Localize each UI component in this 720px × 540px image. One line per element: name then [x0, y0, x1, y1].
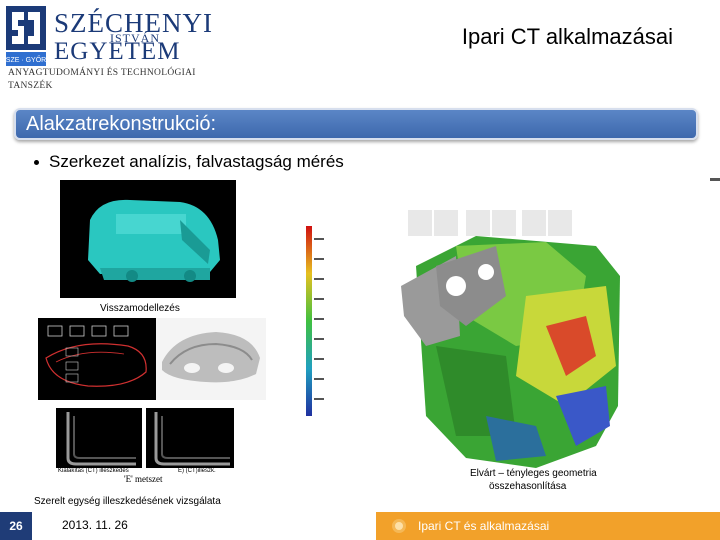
reverse-engineering-3d-part-image [156, 318, 266, 400]
university-logo: SZE · GYŐR SZÉCHENYI ISTVÁN EGYETEM ANYA… [6, 6, 216, 92]
section-right-tag: E) (CT)illeszk. [178, 468, 216, 474]
svg-text:SZE · GYŐR: SZE · GYŐR [6, 55, 46, 64]
bullet-text: Szerkezet analízis, falvastagság mérés [49, 152, 344, 171]
comparison-caption-line2: összehasonlítása [489, 481, 567, 492]
university-crest-icon: SZE · GYŐR [6, 6, 46, 66]
reverse-engineering-cad-image [38, 318, 156, 400]
wall-thickness-render-image [396, 206, 636, 492]
train-ct-model-image [60, 180, 236, 298]
footer-subject: Ipari CT és alkalmazásai [418, 519, 550, 533]
bullet-dot-icon [34, 160, 39, 166]
bullet-item: Szerkezet analízis, falvastagság mérés [34, 152, 344, 172]
assembly-section-right-image [146, 408, 234, 468]
edge-marker [710, 178, 720, 181]
footer-date: 2013. 11. 26 [62, 518, 128, 532]
section-header-bar: Alakzatrekonstrukció: [14, 108, 698, 140]
reverse-engineering-caption: Visszamodellezés [100, 303, 180, 314]
page-number: 26 [0, 512, 32, 540]
footer-bar: Ipari CT és alkalmazásai [376, 512, 720, 540]
comparison-caption-line1: Elvárt – tényleges geometria [470, 468, 597, 479]
assembly-fit-caption: Szerelt egység illeszkedésének vizsgálat… [34, 496, 221, 507]
section-label: 'E' metszet [124, 474, 163, 484]
section-left-tag: Kialakítás (CT) illeszkedés [58, 468, 129, 474]
logo-department-line1: ANYAGTUDOMÁNYI ÉS TECHNOLÓGIAI [8, 68, 196, 78]
sun-icon [392, 519, 406, 533]
logo-name-line3: EGYETEM [54, 38, 181, 65]
slide-title: Ipari CT alkalmazásai [461, 24, 673, 49]
color-scale-legend [300, 220, 334, 420]
section-title: Alakzatrekonstrukció: [26, 113, 217, 135]
assembly-section-left-image [56, 408, 142, 468]
logo-department-line2: TANSZÉK [8, 81, 53, 91]
